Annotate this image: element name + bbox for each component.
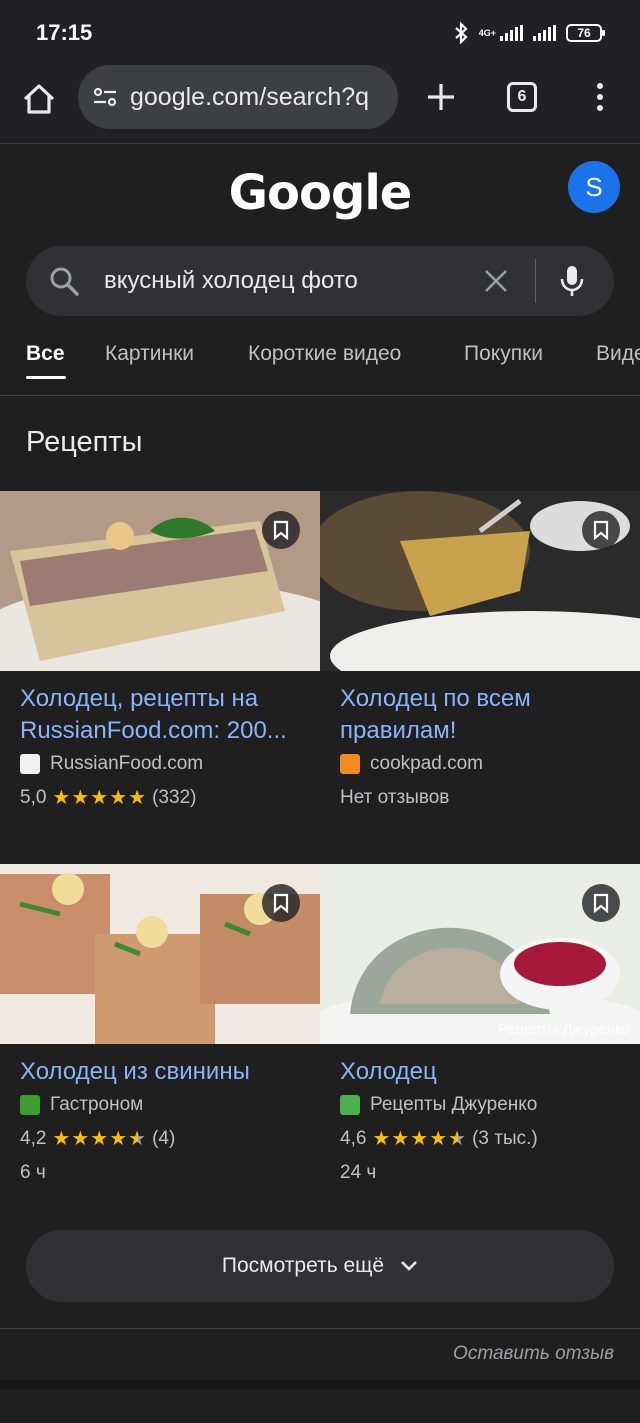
recipe-card[interactable]: Холодец по всем правилам! cookpad.com Не…: [320, 491, 640, 809]
star-icon: ★: [52, 1128, 71, 1150]
bookmark-icon: [273, 893, 289, 913]
recipe-image[interactable]: [0, 864, 320, 1044]
status-icons: 4G+ 76: [453, 22, 605, 44]
divider: [0, 1328, 640, 1329]
save-bookmark-button[interactable]: [582, 884, 620, 922]
recipe-source: RussianFood.com: [20, 753, 300, 775]
star-icon: ★: [71, 787, 90, 809]
rating-value: 4,6: [340, 1128, 367, 1149]
tab-active-indicator: [26, 376, 66, 379]
star-icon: ★: [410, 1128, 429, 1150]
tab-images[interactable]: Картинки: [105, 342, 194, 366]
url-text[interactable]: google.com/search?q: [130, 83, 369, 112]
feedback-link[interactable]: Оставить отзыв: [453, 1343, 614, 1365]
clear-icon[interactable]: [483, 268, 509, 294]
review-count: (4): [152, 1128, 176, 1149]
tab-shopping[interactable]: Покупки: [464, 342, 543, 366]
bluetooth-icon: [454, 22, 468, 44]
home-icon[interactable]: [20, 80, 58, 118]
google-logo[interactable]: Google: [0, 165, 640, 221]
google-header: Google S: [0, 145, 640, 245]
bookmark-icon: [273, 520, 289, 540]
review-count: (3 тыс.): [472, 1128, 538, 1149]
recipe-title[interactable]: Холодец: [340, 1056, 620, 1088]
recipe-source: Рецепты Джуренко: [340, 1094, 620, 1116]
tab-videos[interactable]: Видео: [596, 342, 640, 366]
network-type: 4G+: [478, 27, 496, 38]
no-reviews-text: Нет отзывов: [340, 787, 450, 808]
recipe-time: 6 ч: [20, 1162, 46, 1183]
recipe-image[interactable]: Рецепты Джуренко: [320, 864, 640, 1044]
new-tab-icon[interactable]: [424, 80, 458, 114]
recipe-card[interactable]: Холодец из свинины Гастроном 4,2 ★ ★ ★ ★ ★ (…: [0, 864, 320, 1184]
section-gap: [0, 1380, 640, 1390]
star-icon: ★: [90, 787, 109, 809]
site-favicon-icon: [20, 754, 40, 774]
more-menu-icon[interactable]: [590, 81, 610, 113]
rating-stars: ★ ★ ★ ★ ★: [52, 788, 146, 808]
microphone-icon[interactable]: [558, 264, 586, 298]
star-icon: ★: [128, 787, 147, 809]
bookmark-icon: [593, 893, 609, 913]
star-icon: ★: [52, 787, 71, 809]
status-time: 17:15: [36, 20, 93, 45]
save-bookmark-button[interactable]: [262, 884, 300, 922]
review-count: (332): [152, 787, 197, 808]
save-bookmark-button[interactable]: [582, 511, 620, 549]
star-icon: ★: [429, 1128, 448, 1150]
status-bar: 17:15 4G+ 76: [0, 0, 640, 64]
recipe-title[interactable]: Холодец из свинины: [20, 1056, 300, 1088]
recipe-card[interactable]: Рецепты Джуренко Холодец Рецепты Джуренк…: [320, 864, 640, 1184]
address-bar[interactable]: google.com/search?q: [78, 65, 398, 129]
signal-icon-2: [533, 25, 556, 41]
recipe-rating: 4,6 ★ ★ ★ ★ ★ (3 тыс.): [340, 1128, 620, 1150]
rating-value: 4,2: [20, 1128, 47, 1149]
site-settings-icon[interactable]: [90, 82, 120, 112]
tab-all[interactable]: Все: [26, 342, 65, 366]
half-star-icon: ★: [448, 1128, 467, 1150]
search-box[interactable]: вкусный холодец фото: [26, 246, 614, 316]
recipes-heading: Рецепты: [26, 426, 143, 458]
show-more-label: Посмотреть ещё: [221, 1254, 385, 1277]
battery-icon: 76: [566, 24, 605, 42]
recipe-source: cookpad.com: [340, 753, 620, 775]
signal-icon: [500, 25, 523, 41]
next-section: [0, 1390, 640, 1423]
recipe-card[interactable]: Холодец, рецепты на RussianFood.com: 200…: [0, 491, 320, 809]
recipe-rating: 5,0 ★ ★ ★ ★ ★ (332): [20, 787, 300, 809]
star-icon: ★: [71, 1128, 90, 1150]
recipe-rating: 4,2 ★ ★ ★ ★ ★ (4): [20, 1128, 300, 1150]
recipe-image[interactable]: [320, 491, 640, 671]
rating-stars: ★ ★ ★ ★ ★: [372, 1129, 466, 1149]
search-divider: [535, 259, 536, 303]
search-icon: [50, 267, 79, 296]
recipe-time: 24 ч: [340, 1162, 377, 1183]
save-bookmark-button[interactable]: [262, 511, 300, 549]
image-watermark: Рецепты Джуренко: [498, 1021, 630, 1038]
search-tabs: Все Картинки Короткие видео Покупки Виде…: [0, 330, 640, 396]
search-input[interactable]: вкусный холодец фото: [104, 267, 483, 295]
show-more-button[interactable]: Посмотреть ещё: [26, 1230, 614, 1302]
recipe-source: Гастроном: [20, 1094, 300, 1116]
star-icon: ★: [109, 787, 128, 809]
star-icon: ★: [109, 1128, 128, 1150]
recipe-image[interactable]: [0, 491, 320, 671]
site-favicon-icon: [340, 754, 360, 774]
chevron-down-icon: [401, 1261, 418, 1271]
bookmark-icon: [593, 520, 609, 540]
site-favicon-icon: [340, 1095, 360, 1115]
star-icon: ★: [391, 1128, 410, 1150]
site-favicon-icon: [20, 1095, 40, 1115]
browser-toolbar: google.com/search?q 6: [0, 64, 640, 144]
half-star-icon: ★: [128, 1128, 147, 1150]
star-icon: ★: [90, 1128, 109, 1150]
tab-switcher-button[interactable]: 6: [507, 82, 537, 112]
rating-stars: ★ ★ ★ ★ ★: [52, 1129, 146, 1149]
recipe-title[interactable]: Холодец по всем правилам!: [340, 683, 620, 747]
rating-value: 5,0: [20, 787, 47, 808]
star-icon: ★: [372, 1128, 391, 1150]
account-avatar[interactable]: S: [568, 161, 620, 213]
tab-short-videos[interactable]: Короткие видео: [248, 342, 401, 366]
recipe-title[interactable]: Холодец, рецепты на RussianFood.com: 200…: [20, 683, 300, 747]
